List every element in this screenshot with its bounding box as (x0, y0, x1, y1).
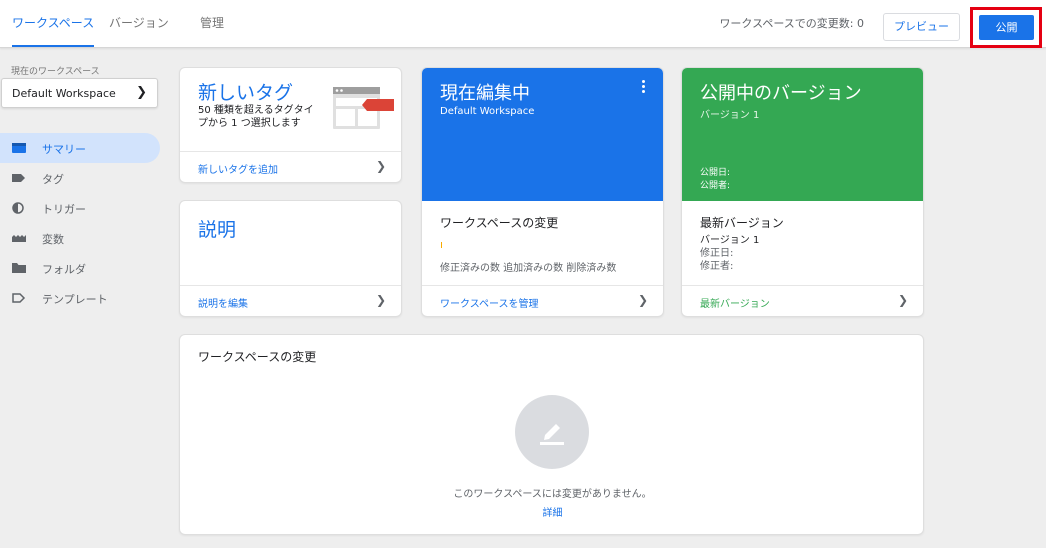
published-date: 公開日: (700, 168, 731, 178)
sidebar-item-label: トリガー (42, 203, 86, 216)
workspace-changes-title: ワークスペースの変更 (440, 216, 559, 230)
chevron-right-icon: ❯ (375, 293, 386, 307)
add-new-tag-label: 新しいタグを追加 (198, 165, 278, 176)
publisher: 公開者: (700, 181, 731, 191)
add-new-tag-link[interactable]: 新しいタグを追加 ❯ (180, 151, 401, 182)
published-title: 公開中のバージョン (700, 83, 862, 104)
latest-version-label: 最新バージョン (700, 299, 770, 310)
tab-versions[interactable]: バージョン (109, 0, 169, 47)
latest-version-number: バージョン 1 (700, 235, 760, 246)
description-card: 説明 説明を編集 ❯ (179, 200, 402, 317)
variable-icon (12, 235, 26, 242)
new-tag-title: 新しいタグ (198, 82, 294, 104)
workspace-changes-heading: ワークスペースの変更 (198, 350, 317, 364)
chevron-right-icon: ❯ (375, 159, 386, 173)
tag-icon (12, 174, 25, 182)
published-version-number: バージョン 1 (700, 110, 760, 121)
changes-labels: 修正済みの数 追加済みの数 削除済み数 (440, 263, 617, 274)
publish-button[interactable]: 公開 (979, 15, 1034, 40)
sidebar-item-triggers[interactable]: トリガー (0, 193, 160, 223)
sidebar-item-label: サマリー (42, 143, 86, 156)
chevron-right-icon: ❯ (136, 85, 147, 100)
changes-bar (441, 242, 442, 248)
modified-date: 修正日: (700, 248, 734, 259)
manage-workspaces-link[interactable]: ワークスペースを管理 ❯ (422, 285, 663, 316)
latest-version-link[interactable]: 最新バージョン ❯ (682, 285, 923, 316)
workspace-selector[interactable]: Default Workspace ❯ (1, 78, 158, 108)
edit-description-link[interactable]: 説明を編集 ❯ (180, 285, 401, 316)
summary-icon (12, 143, 26, 153)
kebab-menu-icon[interactable] (642, 80, 645, 95)
edit-pencil-icon (515, 395, 589, 469)
chevron-right-icon: ❯ (897, 293, 908, 307)
workspace-changes-panel: ワークスペースの変更 このワークスペースには変更がありません。 詳細 (179, 334, 924, 535)
editing-title: 現在編集中 (440, 83, 530, 104)
details-link[interactable]: 詳細 (543, 508, 563, 519)
no-changes-message: このワークスペースには変更がありません。 (453, 489, 652, 500)
workspace-changes-count: ワークスペースでの変更数: 0 (719, 17, 864, 30)
top-bar: ワークスペース バージョン 管理 ワークスペースでの変更数: 0 プレビュー 公… (0, 0, 1046, 48)
sidebar-item-label: フォルダ (42, 263, 86, 276)
chevron-right-icon: ❯ (637, 293, 648, 307)
current-workspace-label: 現在のワークスペース (11, 67, 100, 77)
template-icon (12, 293, 26, 303)
currently-editing-card: 現在編集中 Default Workspace ワークスペースの変更 修正済みの… (421, 67, 664, 317)
sidebar-item-label: 変数 (42, 233, 64, 246)
tab-admin[interactable]: 管理 (200, 0, 224, 47)
preview-button[interactable]: プレビュー (883, 13, 960, 41)
modifier: 修正者: (700, 261, 734, 272)
description-title: 説明 (198, 219, 237, 241)
tab-workspace[interactable]: ワークスペース (12, 0, 95, 47)
sidebar-item-tags[interactable]: タグ (0, 163, 160, 193)
sidebar-item-summary[interactable]: サマリー (0, 133, 160, 163)
sidebar-item-folders[interactable]: フォルダ (0, 253, 160, 283)
manage-workspaces-label: ワークスペースを管理 (440, 299, 539, 310)
folder-icon (12, 263, 26, 273)
sidebar-nav: サマリー タグ トリガー 変数 フォルダ テンプレート (0, 133, 160, 313)
trigger-icon (12, 202, 24, 214)
edit-description-label: 説明を編集 (198, 299, 248, 310)
editing-workspace-name: Default Workspace (440, 106, 535, 117)
latest-version-title: 最新バージョン (700, 216, 784, 230)
sidebar-item-label: テンプレート (42, 293, 108, 306)
tag-illustration-icon (333, 87, 394, 129)
sidebar-item-templates[interactable]: テンプレート (0, 283, 160, 313)
new-tag-description: 50 種類を超えるタグタイプから 1 つ選択します (198, 105, 314, 129)
workspace-name: Default Workspace (12, 87, 116, 100)
published-version-card: 公開中のバージョン バージョン 1 公開日: 公開者: 最新バージョン バージョ… (681, 67, 924, 317)
sidebar-item-variables[interactable]: 変数 (0, 223, 160, 253)
publish-highlight-box: 公開 (970, 7, 1042, 48)
sidebar-item-label: タグ (42, 173, 64, 186)
new-tag-card: 新しいタグ 50 種類を超えるタグタイプから 1 つ選択します 新しいタグを追加… (179, 67, 402, 183)
